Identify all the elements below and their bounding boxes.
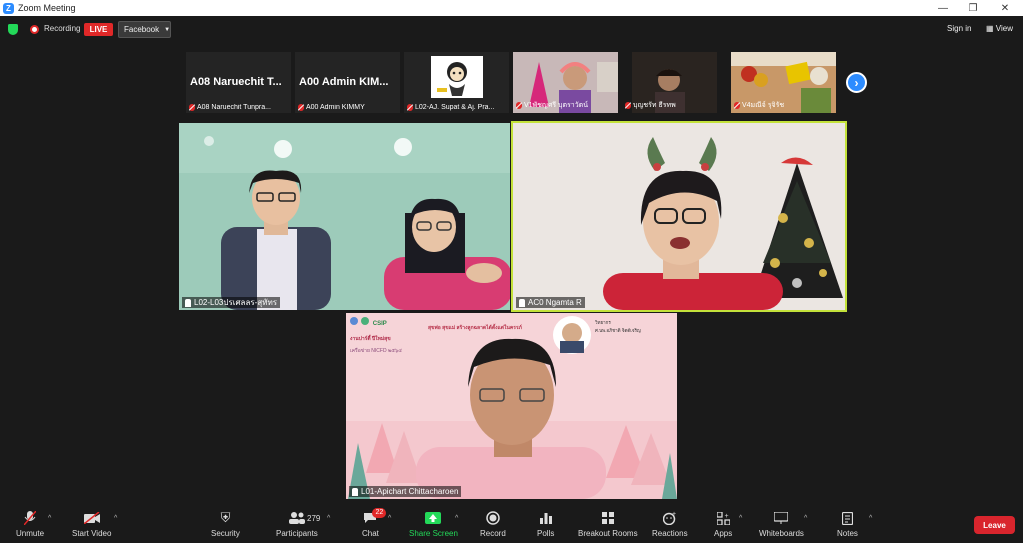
leave-button[interactable]: Leave xyxy=(974,516,1015,534)
breakout-rooms-button[interactable]: Breakout Rooms xyxy=(578,511,638,538)
participant-caption: V4มณีจ์ รุจิรัช xyxy=(734,100,834,111)
platform-label: Facebook xyxy=(124,25,160,34)
slide-headline: สุขพ่อ สุขแม่ สร้างลูกฉลาดได้ตั้งแต่ในคร… xyxy=(428,325,522,331)
mic-muted-icon xyxy=(516,102,522,109)
participant-video xyxy=(346,313,677,499)
whiteboards-button[interactable]: Whiteboards xyxy=(759,511,804,538)
chat-options-caret[interactable]: ^ xyxy=(388,515,391,522)
start-video-button[interactable]: Start Video xyxy=(72,511,111,538)
participants-icon xyxy=(288,511,305,525)
video-off-icon xyxy=(83,511,100,525)
meeting-topbar: Recording LIVE Facebook ▼ Sign in ▦ View xyxy=(0,16,1023,42)
window-title: Zoom Meeting xyxy=(18,3,76,13)
svg-text:+: + xyxy=(672,511,676,518)
notes-options-caret[interactable]: ^ xyxy=(869,515,872,522)
org-logo-icon xyxy=(361,317,370,325)
recording-label: Recording xyxy=(44,24,81,33)
recording-icon xyxy=(30,25,39,34)
chat-badge: 22 xyxy=(372,508,387,518)
whiteboards-options-caret[interactable]: ^ xyxy=(804,515,807,522)
polls-button[interactable]: Polls xyxy=(537,511,554,538)
participant-tile[interactable]: บุญชรัท ธีรทพ xyxy=(622,52,727,113)
participant-caption: L02-AJ. Supat & Aj. Pra... xyxy=(407,104,507,111)
speaker-name: ศ.นพ.อภิชาติ จิตต์เจริญ xyxy=(595,328,641,333)
participant-caption: A00 Admin KIMMY xyxy=(298,104,398,111)
share-screen-button[interactable]: Share Screen xyxy=(409,511,458,538)
slide-subtitle: งานปาร์ตี้ ปีใหม่สุข xyxy=(350,336,391,342)
notes-button[interactable]: Notes xyxy=(837,511,858,538)
security-button[interactable]: ⛨ Security xyxy=(211,510,240,538)
participant-caption: A08 Naruechit Tunpra... xyxy=(189,104,289,111)
live-badge: LIVE xyxy=(84,23,113,36)
encryption-shield-icon[interactable] xyxy=(8,24,18,35)
participant-tile[interactable]: V4มณีจ์ รุจิรัช xyxy=(731,52,836,113)
grid-view-icon: ▦ xyxy=(986,24,994,33)
participant-caption: บุญชรัท ธีรทพ xyxy=(625,100,725,111)
notes-icon xyxy=(839,511,855,525)
chevron-down-icon: ▼ xyxy=(164,26,171,33)
smiley-plus-icon: + xyxy=(662,511,678,525)
chevron-right-icon: › xyxy=(854,75,859,90)
video-tile-left[interactable]: L02-L03ปรเศลลร-สุทัทร xyxy=(179,123,510,310)
video-options-caret[interactable]: ^ xyxy=(114,515,117,522)
record-button[interactable]: Record xyxy=(480,511,506,538)
speaker-title: วิทยากร xyxy=(595,320,611,325)
mic-muted-icon xyxy=(407,104,413,111)
participants-options-caret[interactable]: ^ xyxy=(327,515,330,522)
minimize-button[interactable]: — xyxy=(928,0,958,16)
mic-muted-icon xyxy=(189,104,195,111)
video-tile-main[interactable]: CSIP สุขพ่อ สุขแม่ สร้างลูกฉลาดได้ตั้งแต… xyxy=(346,313,677,499)
reactions-button[interactable]: + Reactions xyxy=(652,511,688,538)
window-titlebar: Z Zoom Meeting — ❐ ✕ xyxy=(0,0,1023,16)
unmute-button[interactable]: Unmute xyxy=(16,511,44,538)
audio-options-caret[interactable]: ^ xyxy=(48,515,51,522)
sign-in-link[interactable]: Sign in xyxy=(947,24,971,33)
participant-video xyxy=(513,123,845,310)
participant-tile[interactable]: V1พัชญศรี บุตราวัตน์ xyxy=(513,52,618,113)
livestream-platform-dropdown[interactable]: Facebook ▼ xyxy=(118,21,171,38)
participant-label: L01-Apichart Chittacharoen xyxy=(349,486,462,497)
breakout-rooms-icon xyxy=(600,511,616,525)
chat-icon: 22 xyxy=(362,508,387,525)
mic-muted-icon xyxy=(298,104,304,111)
slide-network: เครือข่าย NICFD ๒๕๖๔ xyxy=(350,348,402,354)
participant-caption: V1พัชญศรี บุตราวัตน์ xyxy=(516,100,616,111)
participant-label: AC0 Ngamta R xyxy=(516,297,585,308)
participant-video xyxy=(179,123,510,310)
video-tile-active-speaker[interactable]: AC0 Ngamta R xyxy=(511,121,847,312)
view-button[interactable]: ▦ View xyxy=(986,24,1013,33)
pin-icon xyxy=(519,298,525,307)
apps-options-caret[interactable]: ^ xyxy=(739,515,742,522)
participant-tile[interactable]: A00 Admin KIM... A00 Admin KIMMY xyxy=(295,52,400,113)
participant-name-display: A08 Naruechit T... xyxy=(190,76,282,88)
mic-muted-icon xyxy=(22,511,38,525)
meeting-toolbar: Unmute ^ Start Video ^ ⛨ Security Partic… xyxy=(0,505,1023,543)
pin-icon xyxy=(352,487,358,496)
svg-text:+: + xyxy=(724,513,728,520)
maximize-button[interactable]: ❐ xyxy=(958,0,988,16)
mic-muted-icon xyxy=(625,102,631,109)
participant-name-display: A00 Admin KIM... xyxy=(299,76,389,88)
apps-button[interactable]: + Apps xyxy=(714,511,732,538)
participant-tile[interactable]: A08 Naruechit T... A08 Naruechit Tunpra.… xyxy=(186,52,291,113)
whiteboard-icon xyxy=(773,511,789,525)
next-page-button[interactable]: › xyxy=(846,72,867,93)
shield-icon: ⛨ xyxy=(220,510,231,525)
org-logo-icon xyxy=(350,317,358,325)
chat-button[interactable]: 22 Chat xyxy=(362,508,387,538)
close-button[interactable]: ✕ xyxy=(990,0,1020,16)
mic-muted-icon xyxy=(734,102,740,109)
participants-count: 279 xyxy=(307,514,321,523)
brand-logo: CSIP xyxy=(372,321,387,327)
record-icon xyxy=(485,511,501,525)
participant-label: L02-L03ปรเศลลร-สุทัทร xyxy=(182,297,281,308)
share-options-caret[interactable]: ^ xyxy=(455,515,458,522)
participant-tile[interactable]: L02-AJ. Supat & Aj. Pra... xyxy=(404,52,509,113)
apps-icon: + xyxy=(715,511,731,525)
zoom-logo-icon: Z xyxy=(3,2,14,14)
share-screen-icon xyxy=(425,511,442,525)
slide-logos: CSIP xyxy=(350,317,387,327)
polls-icon xyxy=(538,511,554,525)
pin-icon xyxy=(185,298,191,307)
